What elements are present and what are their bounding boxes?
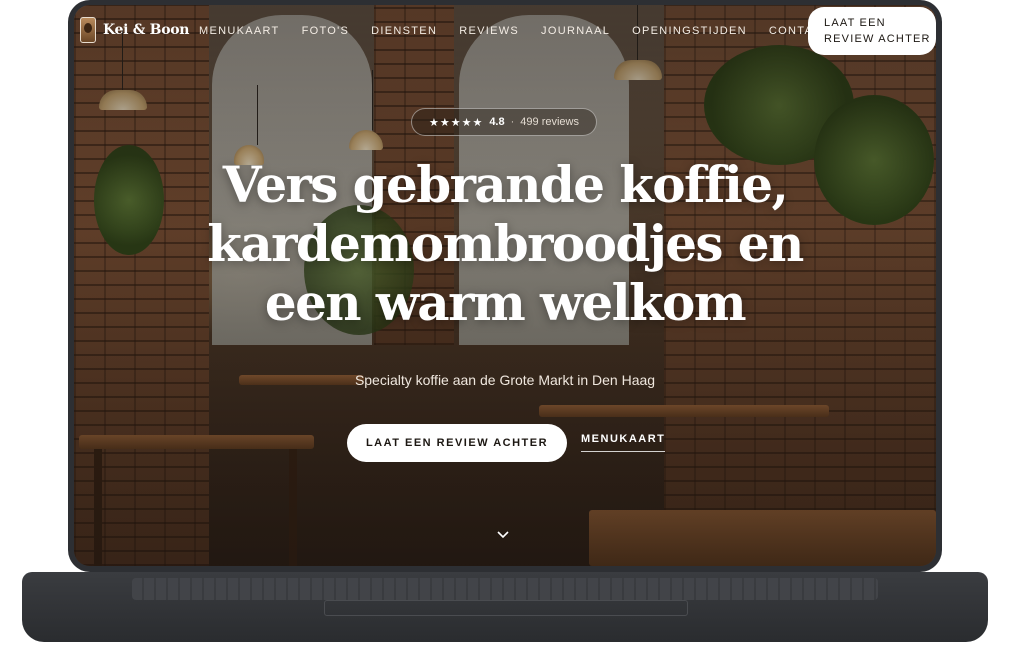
chevron-down-icon[interactable]: [495, 527, 511, 543]
star-rating-icon: ★★★★★: [429, 116, 484, 129]
top-navigation: Kei & Boon Menukaart Foto's Diensten Rev…: [74, 5, 936, 55]
hero-title: Vers gebrande koffie, kardemombroodjes e…: [174, 155, 836, 332]
review-cta-line1: Laat een: [824, 17, 886, 29]
nav-link-openingstijden[interactable]: Openingstijden: [632, 25, 747, 37]
rating-separator: ·: [510, 116, 515, 128]
nav-link-menukaart[interactable]: Menukaart: [199, 25, 280, 37]
menu-link[interactable]: Menukaart: [581, 433, 666, 452]
laptop-base: [22, 572, 988, 642]
hero-title-line: Vers gebrande koffie,: [222, 155, 789, 214]
laptop-keyboard: [132, 578, 878, 600]
nav-link-journaal[interactable]: Journaal: [541, 25, 610, 37]
rating-badge[interactable]: ★★★★★ 4.8 · 499 reviews: [411, 108, 597, 136]
brand-logo[interactable]: Kei & Boon: [80, 17, 189, 43]
hero-title-line: een warm welkom: [264, 273, 747, 332]
nav-link-diensten[interactable]: Diensten: [371, 25, 437, 37]
rating-score: 4.8: [489, 116, 505, 128]
coffee-cup-logo-icon: [80, 17, 96, 43]
browser-viewport: Kei & Boon Menukaart Foto's Diensten Rev…: [74, 5, 936, 566]
hero-subtitle: Specialty koffie aan de Grote Markt in D…: [354, 372, 656, 388]
leave-review-button[interactable]: Laat een review achter: [347, 424, 567, 462]
brand-name: Kei & Boon: [103, 22, 190, 38]
review-cta-button[interactable]: Laat een review achter: [808, 7, 936, 55]
nav-link-fotos[interactable]: Foto's: [302, 25, 350, 37]
review-cta-line2: review achter: [824, 33, 931, 45]
review-count: 499 reviews: [520, 116, 579, 128]
hero-title-line: kardemombroodjes en: [207, 214, 804, 273]
main-menu: Menukaart Foto's Diensten Reviews Journa…: [199, 25, 852, 37]
laptop-trackpad: [324, 600, 688, 616]
nav-link-reviews[interactable]: Reviews: [459, 25, 519, 37]
